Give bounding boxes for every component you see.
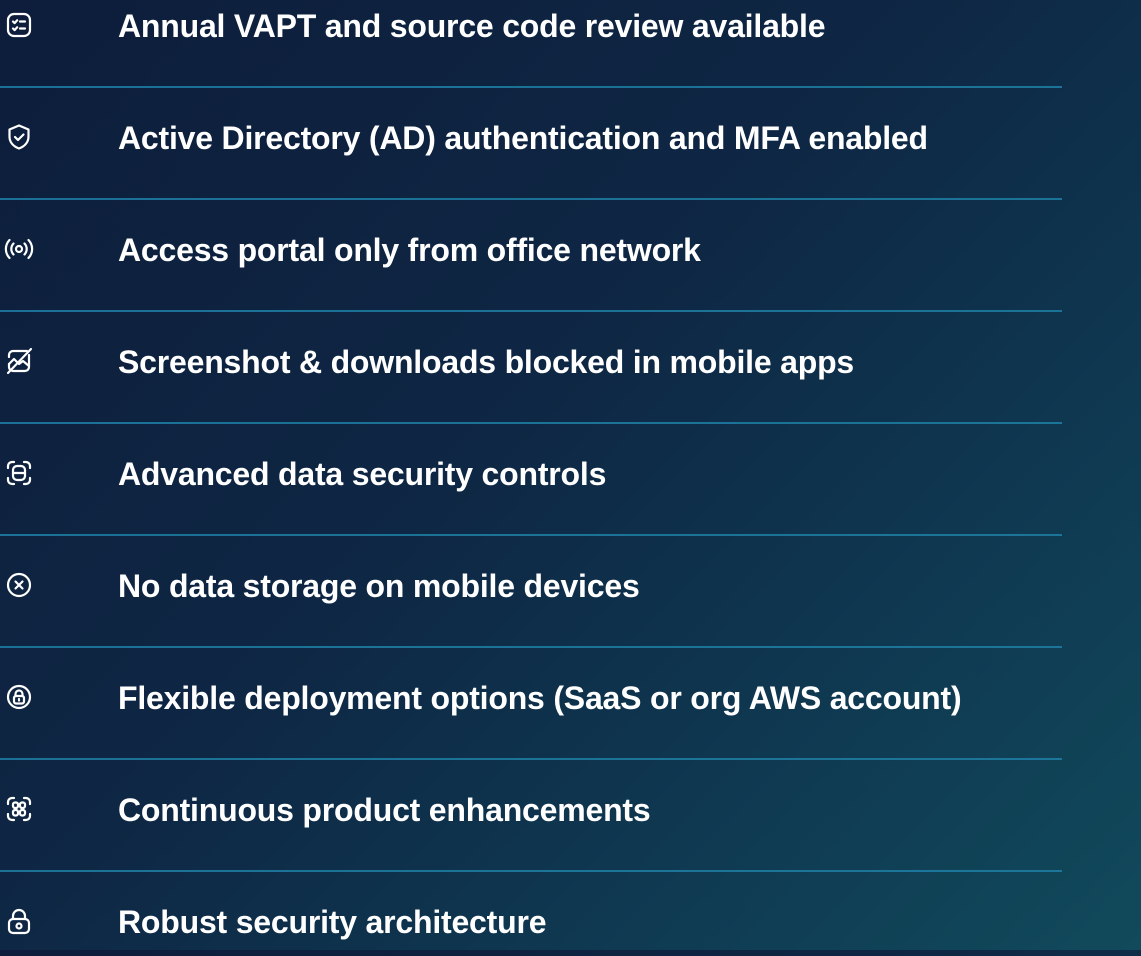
feature-item: No data storage on mobile devices <box>0 560 1141 620</box>
feature-label: Continuous product enhancements <box>118 792 651 828</box>
feature-label: Active Directory (AD) authentication and… <box>118 120 928 156</box>
feature-item: Robust security architecture <box>0 896 1141 956</box>
feature-item: Screenshot & downloads blocked in mobile… <box>0 336 1141 396</box>
screenshot-blocked-icon <box>4 346 34 376</box>
feature-label: Robust security architecture <box>118 904 547 940</box>
feature-label: Advanced data security controls <box>118 456 607 492</box>
checklist-icon <box>4 10 34 40</box>
feature-item: Annual VAPT and source code review avail… <box>0 0 1141 60</box>
divider <box>0 870 1062 872</box>
divider <box>0 310 1062 312</box>
data-scan-icon <box>4 458 34 488</box>
feature-label: Screenshot & downloads blocked in mobile… <box>118 344 855 380</box>
feature-label: Flexible deployment options (SaaS or org… <box>118 680 962 716</box>
feature-item: Access portal only from office network <box>0 224 1141 284</box>
lock-circle-icon <box>4 682 34 712</box>
divider <box>0 758 1062 760</box>
feature-list: Annual VAPT and source code review avail… <box>0 0 1141 950</box>
broadcast-signal-icon <box>4 234 34 264</box>
divider <box>0 534 1062 536</box>
feature-item: Flexible deployment options (SaaS or org… <box>0 672 1141 732</box>
feature-label: Annual VAPT and source code review avail… <box>118 8 826 44</box>
feature-label: No data storage on mobile devices <box>118 568 640 604</box>
feature-item: Active Directory (AD) authentication and… <box>0 112 1141 172</box>
close-circle-icon <box>4 570 34 600</box>
divider <box>0 422 1062 424</box>
feature-label: Access portal only from office network <box>118 232 701 268</box>
lock-icon <box>4 906 34 936</box>
grid-scan-icon <box>4 794 34 824</box>
divider <box>0 198 1062 200</box>
divider <box>0 646 1062 648</box>
feature-item: Continuous product enhancements <box>0 784 1141 844</box>
feature-item: Advanced data security controls <box>0 448 1141 508</box>
divider <box>0 86 1062 88</box>
shield-check-icon <box>4 122 34 152</box>
